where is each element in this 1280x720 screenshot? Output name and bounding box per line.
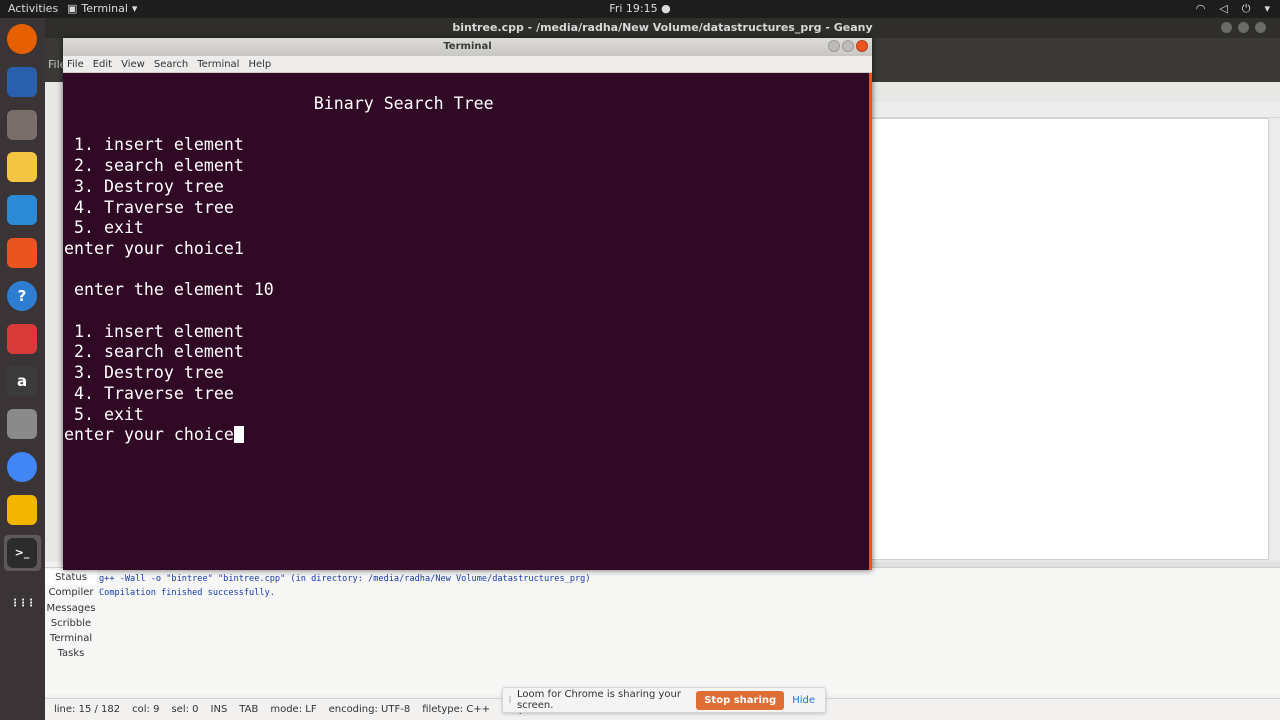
firefox-icon[interactable] — [7, 24, 37, 54]
terminal-menubar: File Edit View Search Terminal Help — [63, 56, 872, 73]
system-tray[interactable]: ◠ ◁ ⏻ ▾ — [1196, 2, 1270, 16]
close-button[interactable] — [1255, 22, 1266, 33]
tab-terminal[interactable]: Terminal — [45, 631, 97, 646]
status-filetype: filetype: C++ — [422, 704, 491, 715]
menu-file[interactable]: File — [67, 59, 84, 70]
minimize-button[interactable] — [828, 40, 840, 52]
status-line: line: 15 / 182 — [54, 704, 121, 715]
files-icon[interactable] — [7, 109, 37, 140]
menu-terminal[interactable]: Terminal — [197, 59, 239, 70]
tab-compiler[interactable]: Compiler — [45, 585, 97, 600]
geany-title: bintree.cpp - /media/radha/New Volume/da… — [452, 21, 873, 34]
tab-status[interactable]: Status — [45, 570, 97, 586]
compiler-output: g++ -Wall -o "bintree" "bintree.cpp" (in… — [99, 572, 591, 600]
editor-tabs-bar — [871, 102, 1280, 118]
apps-grid-icon[interactable]: ⋮⋮⋮ — [7, 588, 37, 619]
compiler-line: g++ -Wall -o "bintree" "bintree.cpp" (in… — [99, 574, 591, 584]
terminal-window-controls — [828, 40, 868, 52]
top-bar: Activities ▣ Terminal ▾ Fri 19:15 ● ◠ ◁ … — [0, 0, 1280, 18]
wifi-icon: ◠ — [1195, 2, 1206, 15]
status-sel: sel: 0 — [171, 704, 199, 715]
amazon-icon[interactable]: a — [7, 366, 37, 397]
menu-help[interactable]: Help — [248, 59, 271, 70]
terminal-scrollbar[interactable] — [869, 73, 872, 570]
message-panel: Status Compiler Messages Scribble Termin… — [45, 567, 1280, 695]
text-cursor — [233, 426, 244, 444]
stop-sharing-button[interactable]: Stop sharing — [696, 690, 785, 710]
terminal-window: Terminal File Edit View Search Terminal … — [63, 38, 872, 570]
code-editor[interactable] — [871, 118, 1269, 560]
loom-message: Loom for Chrome is sharing your screen. — [517, 689, 681, 711]
help-icon[interactable]: ? — [7, 280, 37, 311]
status-ins: INS — [210, 704, 228, 715]
geany-icon[interactable] — [7, 494, 37, 525]
screenshot-icon[interactable] — [7, 409, 37, 440]
terminal-icon[interactable]: >_ — [7, 537, 37, 568]
minimize-button[interactable] — [1221, 22, 1232, 33]
message-tabs: Status Compiler Messages Scribble Termin… — [45, 570, 97, 662]
tab-tasks[interactable]: Tasks — [45, 646, 97, 661]
terminal-title: Terminal — [443, 41, 492, 52]
terminal-titlebar[interactable]: Terminal — [63, 38, 872, 56]
tab-scribble[interactable]: Scribble — [45, 616, 97, 631]
scrobble-icon[interactable] — [7, 323, 37, 354]
writer-icon[interactable] — [7, 195, 37, 226]
menu-edit[interactable]: Edit — [93, 59, 112, 70]
software-icon[interactable] — [7, 238, 37, 268]
menu-search[interactable]: Search — [154, 59, 188, 70]
geany-window-controls — [1221, 22, 1266, 33]
terminal-output-area[interactable]: Binary Search Tree 1. insert element 2. … — [63, 73, 872, 570]
drag-handle-icon[interactable]: ⁞ — [503, 695, 517, 706]
status-col: col: 9 — [132, 704, 160, 715]
status-mode: mode: LF — [270, 704, 317, 715]
chrome-icon[interactable] — [7, 452, 37, 482]
close-button[interactable] — [856, 40, 868, 52]
status-tab: TAB — [239, 704, 259, 715]
compiler-line: Compilation finished successfully. — [99, 588, 275, 598]
maximize-button[interactable] — [1238, 22, 1249, 33]
power-icon: ⏻ — [1241, 2, 1251, 15]
editor-scrollbar[interactable] — [1271, 118, 1280, 560]
chevron-down-icon: ▾ — [1264, 2, 1270, 15]
status-encoding: encoding: UTF-8 — [328, 704, 411, 715]
loom-sharing-bar: ⁞ Loom for Chrome is sharing your screen… — [502, 687, 826, 713]
thunderbird-icon[interactable] — [7, 66, 37, 97]
volume-icon: ◁ — [1219, 2, 1228, 15]
hide-button[interactable]: Hide — [792, 695, 815, 706]
clock[interactable]: Fri 19:15 ● — [0, 2, 1280, 15]
rhythmbox-icon[interactable] — [7, 152, 37, 183]
maximize-button[interactable] — [842, 40, 854, 52]
geany-titlebar[interactable]: bintree.cpp - /media/radha/New Volume/da… — [45, 18, 1280, 38]
terminal-output: Binary Search Tree 1. insert element 2. … — [64, 94, 494, 445]
tab-messages[interactable]: Messages — [45, 601, 97, 616]
dock: ? a >_ ⋮⋮⋮ — [0, 18, 45, 720]
menu-view[interactable]: View — [121, 59, 145, 70]
